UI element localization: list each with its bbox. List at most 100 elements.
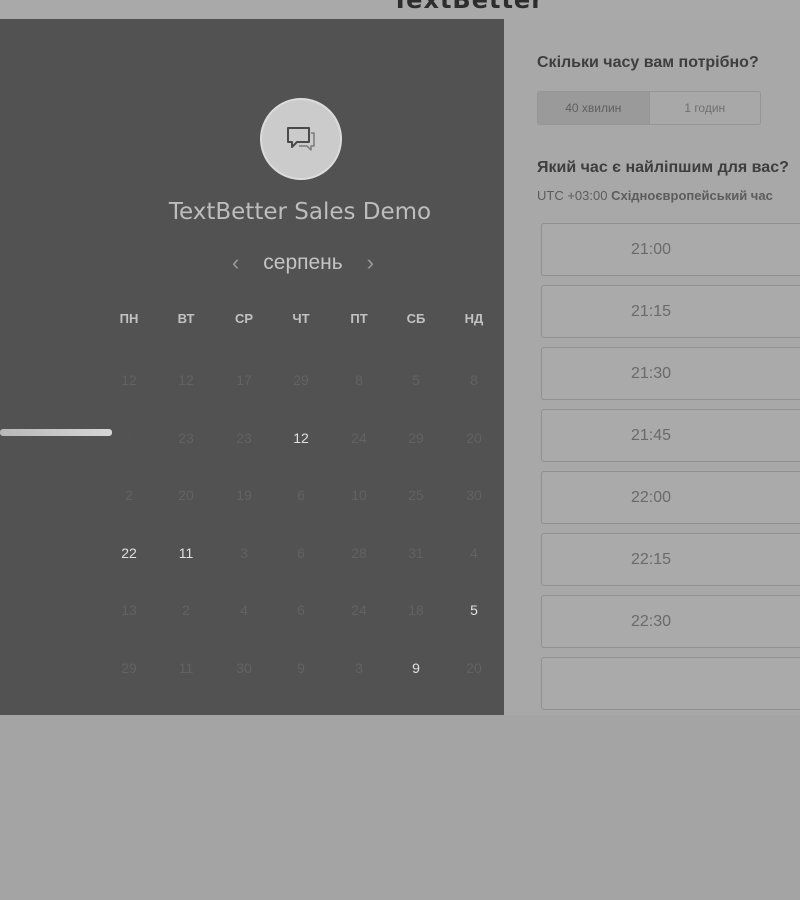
time-slot-button[interactable] [541,657,800,710]
calendar-day: 3 [330,653,388,683]
calendar-day[interactable]: 11 [157,538,215,568]
calendar-day: 5 [387,365,445,395]
day-number: 10 [351,487,367,503]
day-number: 12 [121,372,137,388]
day-number: 8 [355,372,363,388]
calendar-day: 29 [272,365,330,395]
day-number: 12 [178,372,194,388]
calendar-day: 25 [387,480,445,510]
calendar-day: 19 [215,480,273,510]
time-slot-button[interactable]: 21:00 [541,223,800,276]
event-title: TextBetter Sales Demo [168,199,432,225]
calendar-day[interactable]: 12 [272,423,330,453]
day-number: 3 [125,429,133,446]
time-slot-button[interactable]: 22:00 [541,471,800,524]
calendar-day: 6 [272,595,330,625]
duration-question: Скільки часу вам потрібно? [537,54,759,71]
calendar-day: 4 [445,538,503,568]
day-number: 31 [408,544,424,561]
options-panel: Скільки часу вам потрібно? 40 хвилин 1 го… [504,19,800,715]
calendar-day[interactable]: 22 [100,538,158,568]
calendar-day: 8 [330,365,388,395]
duration-option[interactable]: 1 годин [648,92,761,124]
calendar-panel: TextBetter Sales Demo ‹ серпень › ПН ВТ СР… [0,19,504,715]
day-number: 20 [178,487,194,503]
calendar-day: 24 [330,595,388,625]
calendar-day[interactable]: 9 [387,653,445,683]
duration-toggle: 40 хвилин 1 годин [537,91,761,125]
day-number: 2 [182,602,190,618]
time-slot-button[interactable]: 22:15 [541,533,800,586]
weekday-label: ПН [119,311,139,326]
weekday-label: ПТ [350,311,368,326]
day-number: 29 [408,429,424,446]
day-number: 11 [178,544,194,561]
day-number: 23 [178,429,194,446]
calendar-day: 30 [445,480,503,510]
timezone-label[interactable]: UTC +03:00 Східноєвропейський час [537,188,773,203]
calendar-day: 12 [100,365,158,395]
calendar-day: 6 [272,538,330,568]
calendar-day: 13 [100,595,158,625]
calendar-day: 18 [387,595,445,625]
event-logo [260,98,342,180]
next-month-button[interactable]: › [363,250,378,276]
duration-option[interactable]: 40 хвилин [538,92,649,124]
day-number: 2 [125,487,133,503]
day-number: 23 [236,429,252,446]
day-number: 18 [408,602,424,618]
chat-bubble-icon [287,127,315,151]
calendar-day: 12 [157,365,215,395]
day-number: 24 [351,602,367,618]
prev-month-button[interactable]: ‹ [228,250,243,276]
weekday-label: ЧТ [292,311,310,326]
day-number: 6 [297,487,305,503]
calendar-day: 8 [445,365,503,395]
weekday-label: СР [234,311,254,326]
slider-track[interactable] [0,429,112,436]
day-number: 5 [412,372,420,388]
time-slot-button[interactable]: 21:45 [541,409,800,462]
weekday-label: СБ [406,311,426,326]
day-number: 9 [412,659,420,676]
time-slot-button[interactable]: 21:15 [541,285,800,338]
calendar-day: 2 [157,595,215,625]
calendar-day: 9 [272,653,330,683]
day-number: 24 [351,429,367,446]
time-slot-button[interactable]: 21:30 [541,347,800,400]
calendar-day: 10 [330,480,388,510]
day-number: 3 [355,659,363,676]
calendar-day: 11 [157,653,215,683]
day-number: 29 [121,659,137,676]
calendar-day: 31 [387,538,445,568]
calendar-grid: 12 12 17 29 8 5 8 3 23 23 12 24 29 20 2 20 19 6 10 25 30 22 11… [100,365,504,715]
weekday-header: ПН ВТ СР ЧТ ПТ СБ НД [100,311,504,331]
calendar-day: 2 [100,480,158,510]
calendar-day: 20 [445,653,503,683]
time-slot-button[interactable]: 22:30 [541,595,800,648]
calendar-day: 29 [100,653,158,683]
timezone-offset: UTC +03:00 [537,188,608,203]
calendar-day: 6 [272,480,330,510]
calendar-day-selected[interactable]: 3 [100,411,158,464]
day-number: 17 [236,372,252,388]
calendar-day[interactable]: 5 [445,595,503,625]
calendar-day: 23 [215,423,273,453]
day-number: 20 [466,659,482,676]
day-number: 20 [466,429,482,446]
day-number: 13 [121,602,137,618]
brand-name: TextBetter [392,0,545,14]
calendar-day: 24 [330,423,388,453]
day-number: 22 [121,544,137,561]
weekday-label: НД [464,311,484,326]
month-navigation: ‹ серпень › [228,246,378,280]
day-number: 6 [297,602,305,618]
day-number: 19 [236,487,252,503]
day-number: 8 [470,372,478,388]
time-question: Який час є найліпшим для вас? [537,159,789,176]
day-number: 12 [293,429,309,446]
calendar-day: 28 [330,538,388,568]
timezone-name: Східноєвропейський час [611,188,773,203]
calendar-day: 4 [215,595,273,625]
month-label: серпень [263,251,343,274]
